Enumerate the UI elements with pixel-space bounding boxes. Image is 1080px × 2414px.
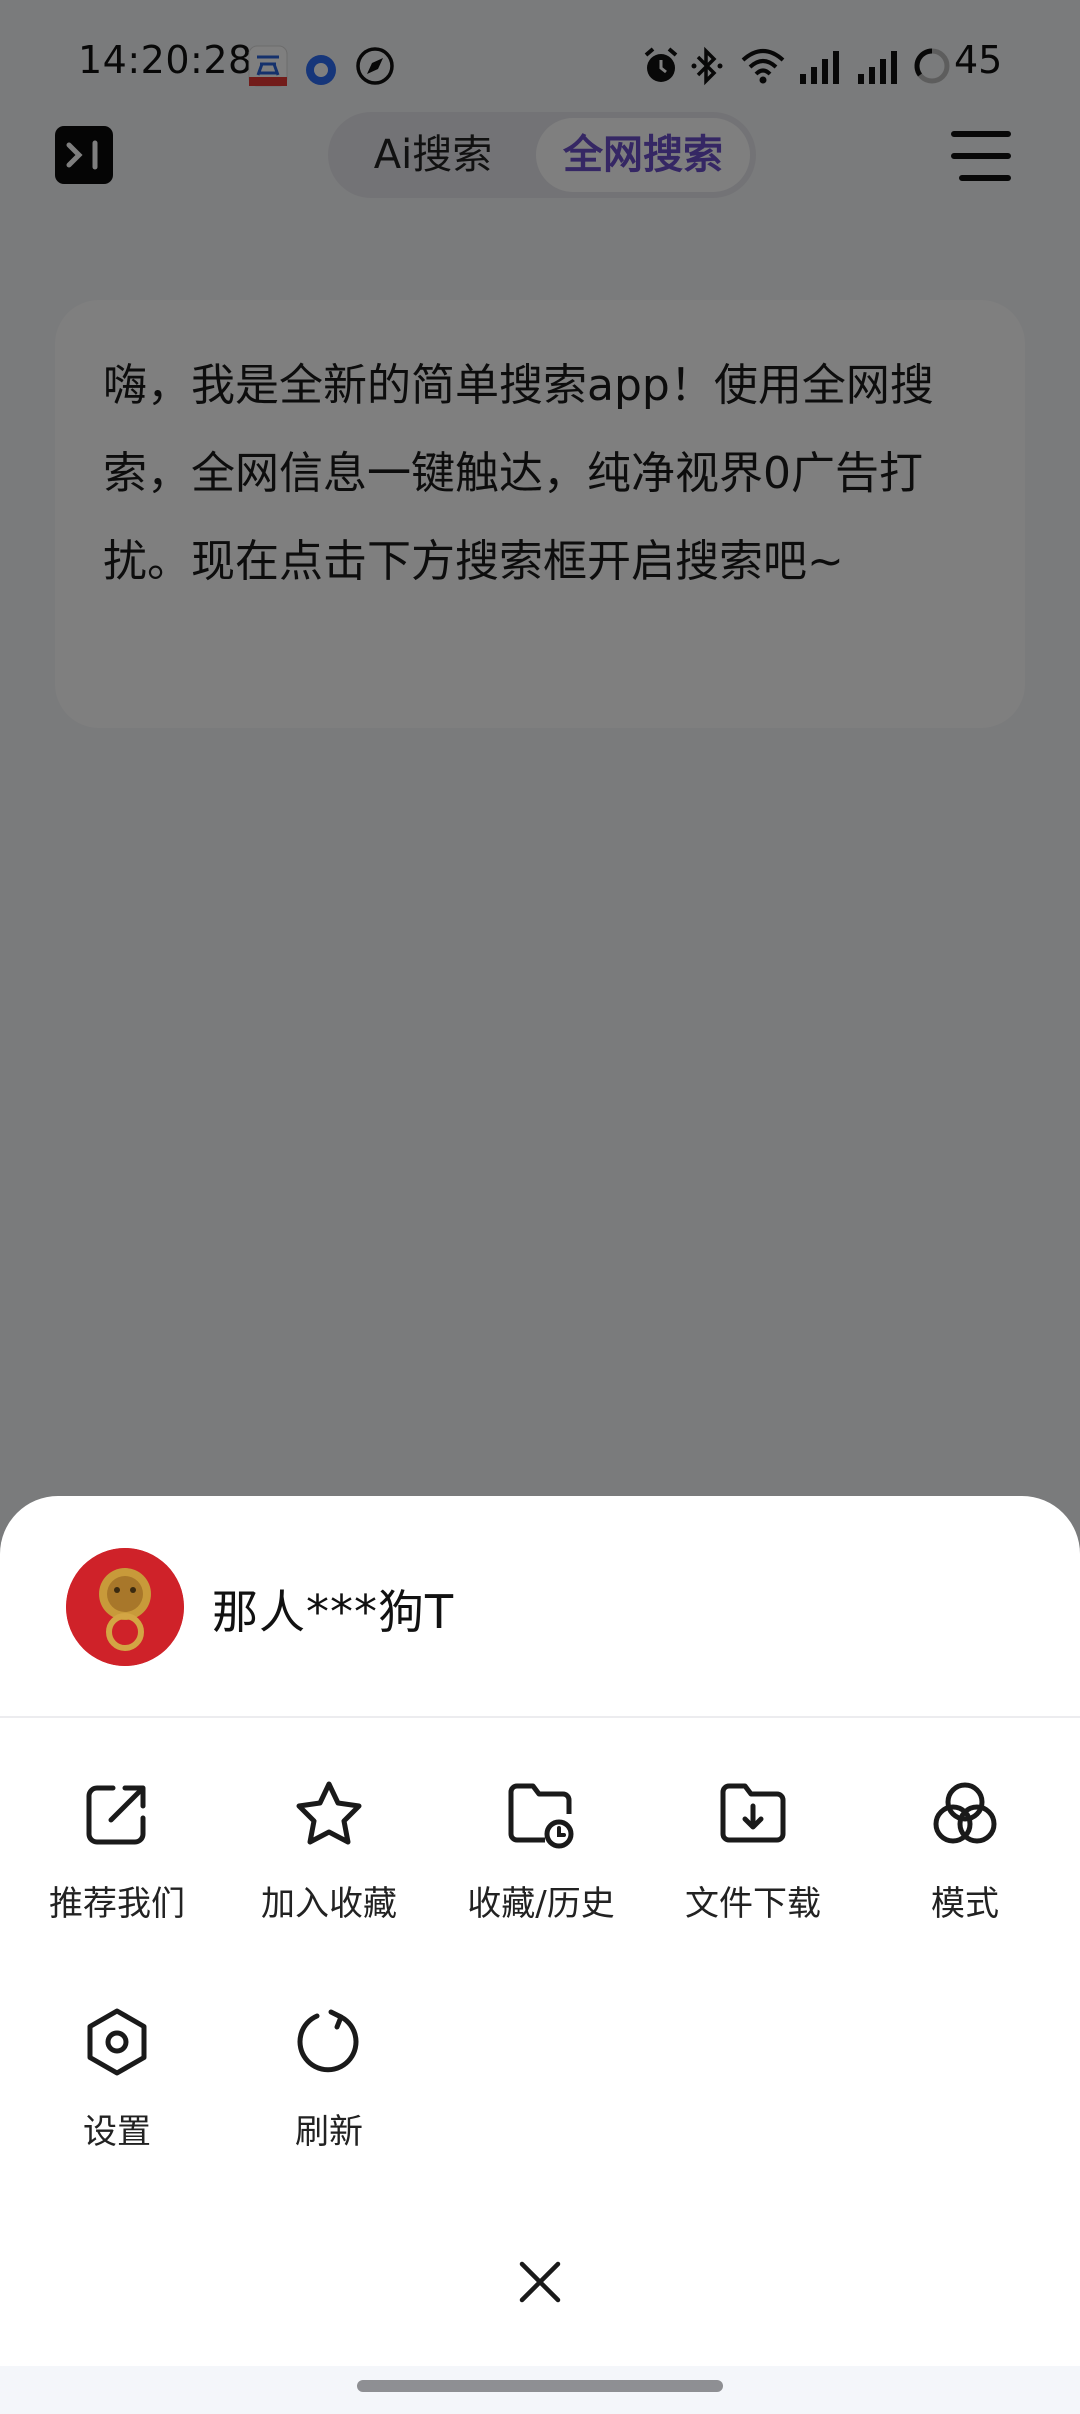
circles-mode-icon [933,1782,997,1844]
mode-label: 模式 [931,1884,999,1924]
bottom-sheet: 那人***狗T 推荐我们 加入收藏 收藏/历史 文件下载 模式 设置 刷新 [0,1496,1080,2414]
file-download-button[interactable]: 文件下载 [647,1778,859,1958]
add-favorite-label: 加入收藏 [261,1884,397,1924]
share-button[interactable]: 推荐我们 [11,1778,223,1958]
folder-download-icon [720,1783,786,1843]
folder-history-icon [508,1783,574,1849]
refresh-icon [297,2009,359,2073]
favorites-history-label: 收藏/历史 [467,1884,615,1924]
user-profile[interactable]: 那人***狗T [0,1496,1080,1716]
add-favorite-button[interactable]: 加入收藏 [223,1778,435,1958]
file-download-label: 文件下载 [685,1884,821,1924]
settings-label: 设置 [83,2112,151,2152]
home-indicator[interactable] [357,2380,723,2392]
close-icon[interactable] [504,2246,576,2318]
refresh-label: 刷新 [295,2112,363,2152]
navigation-bar [0,2366,1080,2414]
mode-button[interactable]: 模式 [859,1778,1071,1958]
hexagon-settings-icon [87,2008,147,2076]
share-label: 推荐我们 [49,1884,185,1924]
refresh-button[interactable]: 刷新 [223,2006,435,2186]
share-icon [86,1785,146,1845]
settings-button[interactable]: 设置 [11,2006,223,2186]
favorites-history-button[interactable]: 收藏/历史 [435,1778,647,1958]
divider [0,1716,1080,1718]
star-icon [296,1781,362,1845]
lion-door-knocker-avatar [66,1548,184,1666]
username: 那人***狗T [212,1585,455,1639]
